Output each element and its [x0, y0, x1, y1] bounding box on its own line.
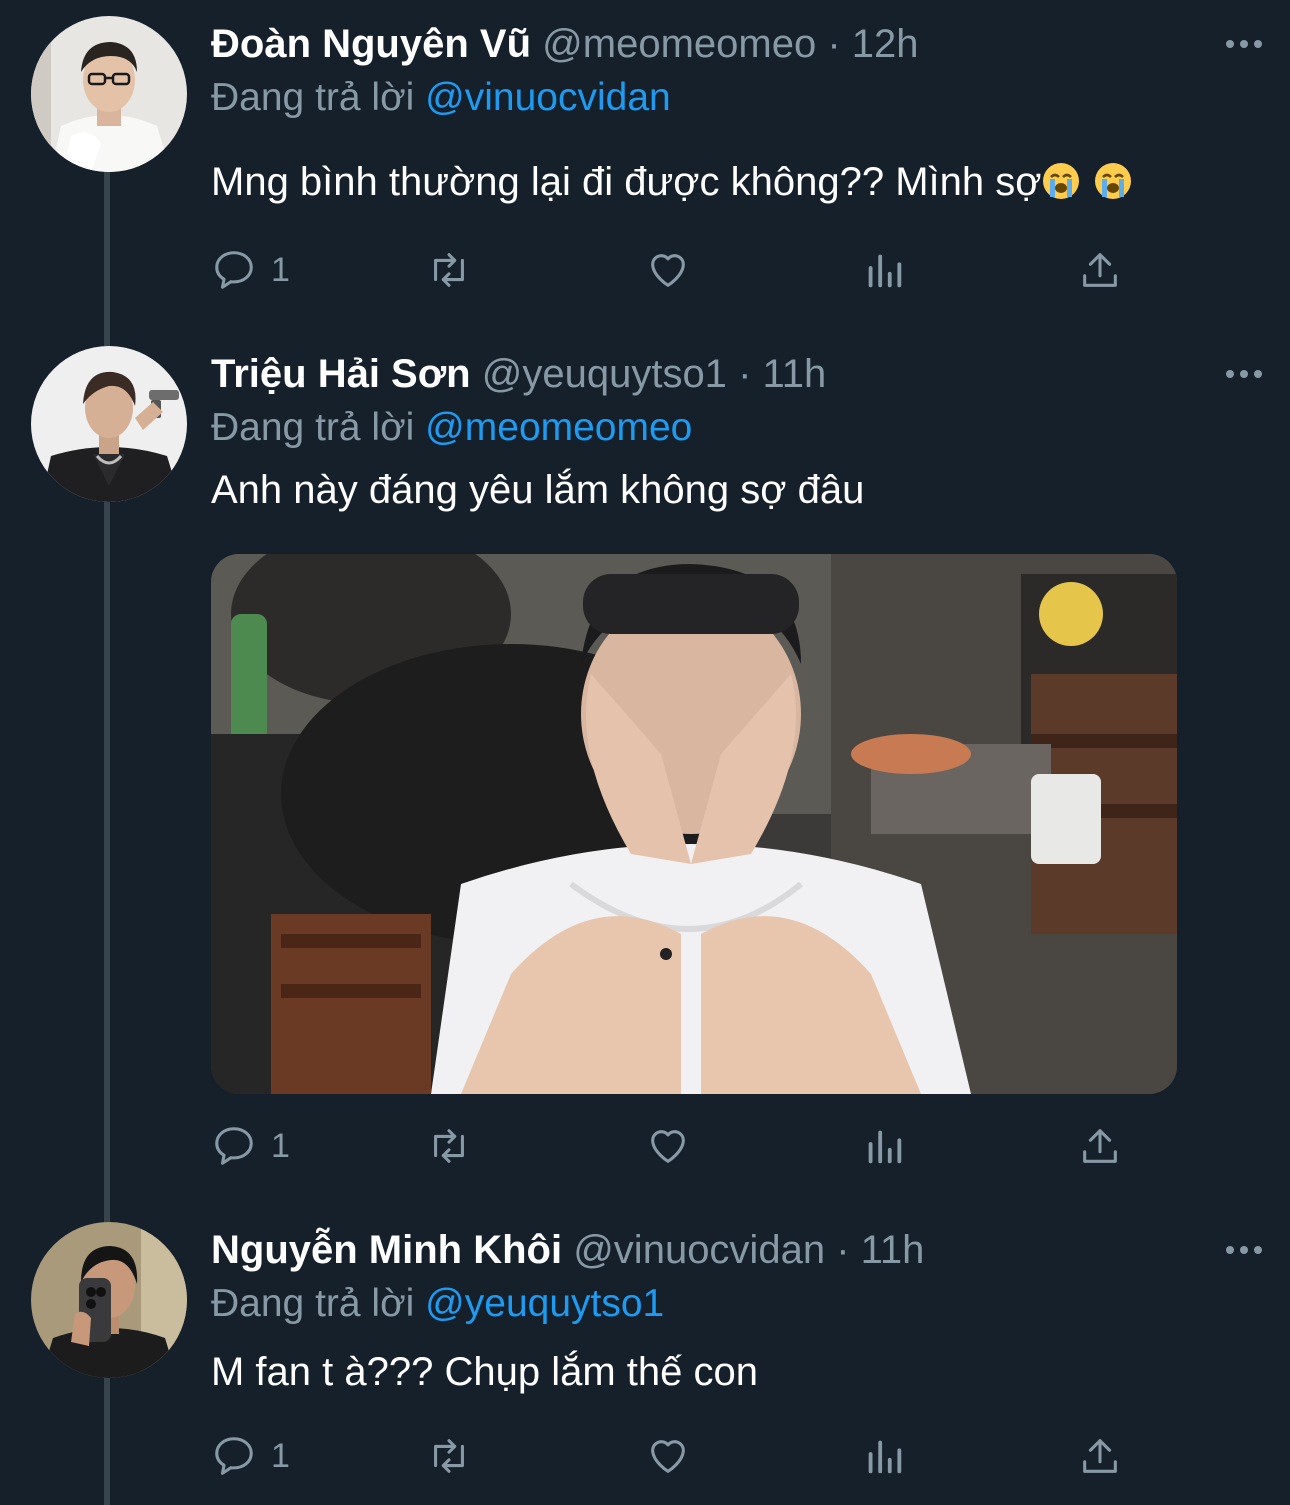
replying-to: Đang trả lời @yeuquytso1 [211, 1278, 1250, 1330]
tweet-actions: 1 [211, 242, 1141, 298]
reply-icon [215, 251, 253, 289]
tweet-actions: 1 [211, 1428, 1141, 1484]
avatar[interactable] [31, 1222, 187, 1378]
separator-dot: · [836, 1228, 850, 1272]
like-icon [651, 254, 685, 287]
timestamp[interactable]: 12h [852, 22, 919, 66]
analytics-icon [868, 1130, 902, 1164]
retweet-button[interactable] [426, 242, 472, 298]
analytics-button[interactable] [861, 242, 907, 298]
tweet[interactable]: Nguyễn Minh Khôi @vinuocvidan · 11h Đang… [0, 1222, 1290, 1505]
retweet-icon [434, 1439, 464, 1473]
tweet-text: Mng bình thường lại đi được không?? Mình… [211, 154, 1250, 210]
tweet-text-content: M fan t à??? Chụp lắm thế con [211, 1350, 758, 1394]
reply-icon [215, 1127, 253, 1165]
like-button[interactable] [645, 242, 691, 298]
analytics-button[interactable] [861, 1118, 907, 1174]
replying-to-handle[interactable]: @vinuocvidan [425, 76, 671, 119]
avatar[interactable] [31, 346, 187, 502]
timestamp[interactable]: 11h [861, 1228, 925, 1272]
share-icon [1083, 1129, 1117, 1163]
reply-button[interactable]: 1 [211, 1428, 290, 1484]
replying-to: Đang trả lời @meomeomeo [211, 402, 1250, 454]
tweet-text-content: Anh này đáng yêu lắm không sợ đâu [211, 468, 865, 512]
more-options-icon[interactable] [1214, 1232, 1274, 1268]
retweet-button[interactable] [426, 1118, 472, 1174]
replying-to: Đang trả lời @vinuocvidan [211, 72, 1250, 124]
avatar[interactable] [31, 16, 187, 172]
retweet-button[interactable] [426, 1428, 472, 1484]
retweet-icon [434, 253, 464, 287]
display-name[interactable]: Triệu Hải Sơn [211, 352, 471, 396]
loudly-crying-face-icon [1041, 160, 1081, 200]
share-icon [1083, 253, 1117, 287]
user-handle[interactable]: @meomeomeo [542, 22, 816, 66]
reply-thread: Đoàn Nguyên Vũ @meomeomeo · 12h Đang trả… [0, 0, 1290, 1505]
share-button[interactable] [1077, 1428, 1123, 1484]
timestamp[interactable]: 11h [763, 352, 827, 396]
replying-to-label: Đang trả lời [211, 1282, 415, 1325]
replying-to-label: Đang trả lời [211, 406, 415, 449]
more-options-icon[interactable] [1214, 356, 1274, 392]
user-handle[interactable]: @yeuquytso1 [482, 352, 727, 396]
like-icon [651, 1440, 685, 1473]
analytics-icon [868, 254, 902, 288]
tweet-text-content: Mng bình thường lại đi được không?? Mình… [211, 160, 1042, 204]
tweet-body: Đoàn Nguyên Vũ @meomeomeo · 12h Đang trả… [211, 16, 1250, 289]
reply-count: 1 [271, 250, 290, 289]
tweet-body: Nguyễn Minh Khôi @vinuocvidan · 11h Đang… [211, 1222, 1250, 1475]
replying-to-handle[interactable]: @yeuquytso1 [425, 1282, 664, 1325]
tweet-text: M fan t à??? Chụp lắm thế con [211, 1344, 1250, 1400]
tweet[interactable]: Triệu Hải Sơn @yeuquytso1 · 11h Đang trả… [0, 346, 1290, 1176]
more-options-icon[interactable] [1214, 26, 1274, 62]
display-name[interactable]: Đoàn Nguyên Vũ [211, 22, 531, 66]
tweet-header: Đoàn Nguyên Vũ @meomeomeo · 12h [211, 16, 1250, 72]
tweet-header: Triệu Hải Sơn @yeuquytso1 · 11h [211, 346, 1250, 402]
display-name[interactable]: Nguyễn Minh Khôi [211, 1228, 562, 1272]
like-icon [651, 1130, 685, 1163]
share-icon [1083, 1439, 1117, 1473]
analytics-button[interactable] [861, 1428, 907, 1484]
tweet-media-photo[interactable] [211, 554, 1177, 1094]
reply-count: 1 [271, 1436, 290, 1475]
separator-dot: · [738, 352, 752, 396]
share-button[interactable] [1077, 1118, 1123, 1174]
replying-to-label: Đang trả lời [211, 76, 415, 119]
separator-dot: · [827, 22, 841, 66]
tweet-body: Triệu Hải Sơn @yeuquytso1 · 11h Đang trả… [211, 346, 1250, 1165]
tweet-text: Anh này đáng yêu lắm không sợ đâu [211, 462, 1250, 518]
like-button[interactable] [645, 1118, 691, 1174]
retweet-icon [434, 1129, 464, 1163]
user-handle[interactable]: @vinuocvidan [573, 1228, 825, 1272]
analytics-icon [868, 1440, 902, 1474]
reply-button[interactable]: 1 [211, 1118, 290, 1174]
reply-icon [215, 1437, 253, 1475]
reply-count: 1 [271, 1126, 290, 1165]
loudly-crying-face-icon [1093, 160, 1133, 200]
share-button[interactable] [1077, 242, 1123, 298]
tweet[interactable]: Đoàn Nguyên Vũ @meomeomeo · 12h Đang trả… [0, 16, 1290, 316]
replying-to-handle[interactable]: @meomeomeo [425, 406, 692, 449]
tweet-actions: 1 [211, 1118, 1141, 1174]
tweet-header: Nguyễn Minh Khôi @vinuocvidan · 11h [211, 1222, 1250, 1278]
reply-button[interactable]: 1 [211, 242, 290, 298]
like-button[interactable] [645, 1428, 691, 1484]
